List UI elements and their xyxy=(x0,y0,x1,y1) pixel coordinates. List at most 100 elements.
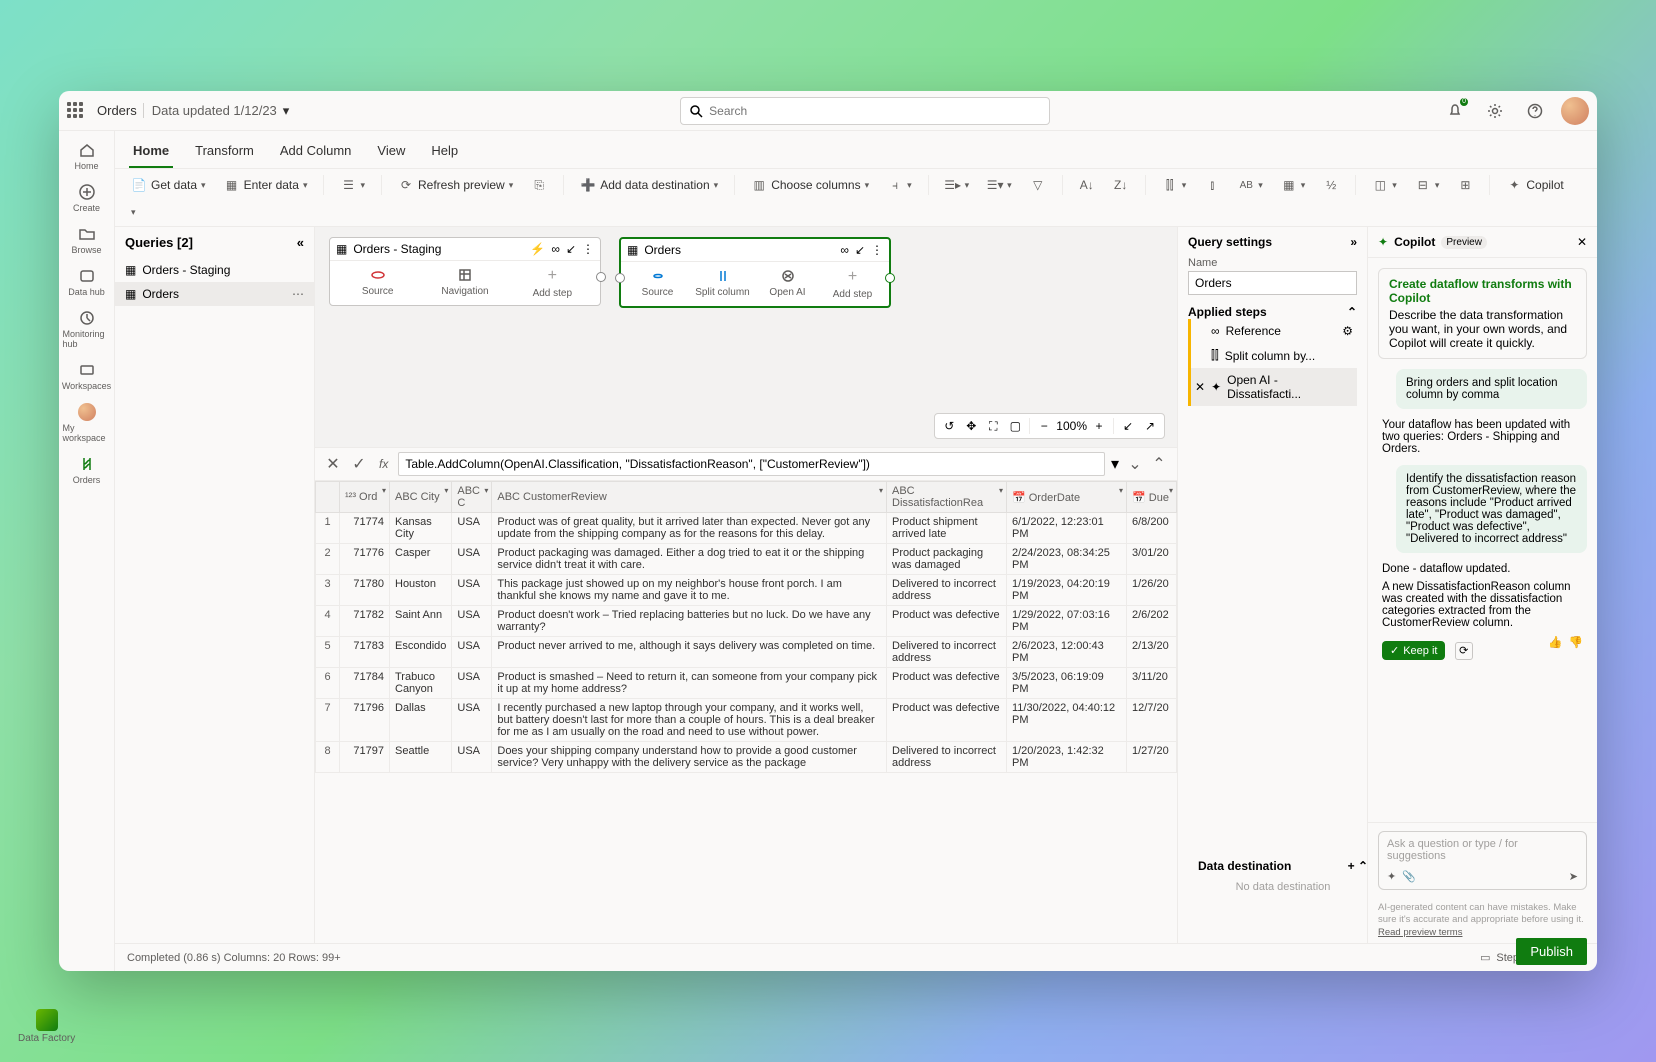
fx-dropdown[interactable]: ▾ xyxy=(1111,454,1119,474)
step-source2[interactable]: Source xyxy=(625,268,690,300)
table-row[interactable]: 171774Kansas CityUSAProduct was of great… xyxy=(316,513,1177,544)
fx-commit[interactable]: ✓ xyxy=(349,454,369,474)
step-openai[interactable]: Open AI xyxy=(755,268,820,300)
rail-orders[interactable]: Orders xyxy=(63,451,111,489)
notifications-icon[interactable]: 0 xyxy=(1441,97,1469,125)
btn-first-row-headers[interactable]: ▦▾ xyxy=(1275,173,1312,197)
close-copilot-icon[interactable]: ✕ xyxy=(1577,235,1587,249)
rail-browse[interactable]: Browse xyxy=(63,221,111,259)
rail-workspaces[interactable]: Workspaces xyxy=(63,357,111,395)
step-split[interactable]: Split column xyxy=(690,268,755,300)
send-icon[interactable]: ➤ xyxy=(1569,870,1578,883)
btn-add-destination[interactable]: ➕Add data destination▾ xyxy=(574,173,724,197)
btn-merge[interactable]: ◫▾ xyxy=(1366,173,1403,197)
table-row[interactable]: 571783EscondidoUSAProduct never arrived … xyxy=(316,637,1177,668)
applied-step[interactable]: ∞ Reference⚙ xyxy=(1188,319,1357,343)
btn-combine[interactable]: ⊞ xyxy=(1451,173,1479,197)
zoom-out[interactable]: − xyxy=(1034,416,1054,436)
btn-sort-desc[interactable]: Z↓ xyxy=(1107,173,1135,197)
link-icon[interactable]: ∞ xyxy=(840,243,849,257)
link-icon[interactable]: ∞ xyxy=(551,242,560,256)
column-header[interactable]: ABC DissatisfactionRea▾ xyxy=(887,482,1007,513)
btn-copilot-ribbon[interactable]: ✦Copilot xyxy=(1500,173,1569,197)
rail-create[interactable]: Create xyxy=(63,179,111,217)
btn-group-by[interactable]: ⫾ xyxy=(1198,173,1226,197)
more-icon[interactable]: ⋮ xyxy=(871,243,883,257)
column-header[interactable]: 📅 Due▾ xyxy=(1127,482,1177,513)
btn-replace-values[interactable]: ½ xyxy=(1317,173,1345,197)
data-grid[interactable]: ¹²³ Ord▾ABC City▾ABC C▾ABC CustomerRevie… xyxy=(315,481,1177,773)
btn-remove-columns[interactable]: ⫞▾ xyxy=(881,173,918,197)
delete-step-icon[interactable]: ✕ xyxy=(1195,380,1205,394)
column-header[interactable]: ABC City▾ xyxy=(390,482,452,513)
breadcrumb-title[interactable]: Orders xyxy=(97,103,137,118)
column-header[interactable]: 📅 OrderDate▾ xyxy=(1007,482,1127,513)
dest-collapse-icon[interactable]: ⌃ xyxy=(1358,859,1368,873)
attach-icon[interactable]: 📎 xyxy=(1402,871,1416,883)
steps-collapse-icon[interactable]: ⌃ xyxy=(1347,305,1357,319)
keep-it-button[interactable]: ✓ Keep it xyxy=(1382,641,1445,660)
thumbs-down-icon[interactable]: 👎 xyxy=(1569,635,1583,649)
tab-addcolumn[interactable]: Add Column xyxy=(276,137,356,168)
settings-gear-icon[interactable] xyxy=(1481,97,1509,125)
expand-diagram[interactable]: ↗ xyxy=(1140,416,1160,436)
applied-step[interactable]: ⫿⫿ Split column by... xyxy=(1188,343,1357,368)
table-row[interactable]: 471782Saint AnnUSAProduct doesn't work –… xyxy=(316,606,1177,637)
rail-monitoring[interactable]: Monitoring hub xyxy=(63,305,111,353)
table-row[interactable]: 371780HoustonUSAThis package just showed… xyxy=(316,575,1177,606)
collapse-icon[interactable]: « xyxy=(297,235,304,250)
btn-split-column[interactable]: ⫿⫿▾ xyxy=(1156,173,1193,197)
btn-remove-rows[interactable]: ☰▾▾ xyxy=(981,173,1018,197)
fit-icon[interactable]: ⛶ xyxy=(983,416,1003,436)
btn-keep-rows[interactable]: ☰▸▾ xyxy=(939,173,976,197)
btn-manage[interactable]: ⎘ xyxy=(525,173,553,197)
formula-input[interactable] xyxy=(398,452,1105,476)
fx-cancel[interactable]: ✕ xyxy=(323,454,343,474)
tab-transform[interactable]: Transform xyxy=(191,137,258,168)
zoom-in[interactable]: + xyxy=(1089,416,1109,436)
app-launcher-icon[interactable] xyxy=(67,102,85,120)
column-header[interactable]: ABC CustomerReview▾ xyxy=(492,482,887,513)
thumbs-up-icon[interactable]: 👍 xyxy=(1548,635,1562,649)
contract-icon[interactable]: ↙ xyxy=(855,243,865,257)
query-card-staging[interactable]: ▦Orders - Staging ⚡∞↙⋮ Source Navigation… xyxy=(329,237,601,306)
query-card-orders[interactable]: ▦Orders ∞↙⋮ Source Split column Open AI … xyxy=(619,237,891,308)
search-input[interactable] xyxy=(709,104,1041,118)
column-header[interactable]: ¹²³ Ord▾ xyxy=(340,482,390,513)
collapse-diagram[interactable]: ↙ xyxy=(1118,416,1138,436)
tab-home[interactable]: Home xyxy=(129,137,173,168)
publish-button[interactable]: Publish xyxy=(1516,938,1587,965)
btn-get-data[interactable]: 📄Get data▾ xyxy=(125,173,212,197)
btn-refresh[interactable]: ⟳Refresh preview▾ xyxy=(392,173,519,197)
rail-home[interactable]: Home xyxy=(63,137,111,175)
step-add2[interactable]: +Add step xyxy=(820,268,885,300)
sparkle-icon[interactable]: ✦ xyxy=(1387,871,1396,883)
table-row[interactable]: 671784Trabuco CanyonUSAProduct is smashe… xyxy=(316,668,1177,699)
collapse-settings-icon[interactable]: » xyxy=(1350,235,1357,249)
query-item[interactable]: ▦Orders⋯ xyxy=(115,282,314,306)
column-header[interactable] xyxy=(316,482,340,513)
copilot-input[interactable]: Ask a question or type / for suggestions… xyxy=(1378,831,1587,890)
step-up-icon[interactable]: ⌃ xyxy=(1149,454,1169,474)
query-name-input[interactable] xyxy=(1188,271,1357,295)
tab-help[interactable]: Help xyxy=(427,137,462,168)
chevron-down-icon[interactable]: ▾ xyxy=(283,103,290,119)
table-row[interactable]: 871797SeattleUSADoes your shipping compa… xyxy=(316,742,1177,773)
user-avatar[interactable] xyxy=(1561,97,1589,125)
btn-choose-columns[interactable]: ▥Choose columns▾ xyxy=(745,173,875,197)
column-header[interactable]: ABC C▾ xyxy=(452,482,492,513)
contract-icon[interactable]: ↙ xyxy=(566,242,576,256)
step-add[interactable]: +Add step xyxy=(509,267,596,299)
btn-filter[interactable]: ▽ xyxy=(1024,173,1052,197)
search-box[interactable] xyxy=(680,97,1050,125)
query-item[interactable]: ▦Orders - Staging xyxy=(115,258,314,282)
applied-step[interactable]: ✕ ✦ Open AI - Dissatisfacti... xyxy=(1188,368,1357,406)
btn-datatype[interactable]: AB▾ xyxy=(1232,173,1269,197)
help-icon[interactable] xyxy=(1521,97,1549,125)
btn-enter-data[interactable]: ▦Enter data▾ xyxy=(218,173,314,197)
step-navigation[interactable]: Navigation xyxy=(421,267,508,299)
minimap-icon[interactable]: ▢ xyxy=(1005,416,1025,436)
tab-view[interactable]: View xyxy=(373,137,409,168)
step-down-icon[interactable]: ⌄ xyxy=(1125,454,1145,474)
step-source[interactable]: Source xyxy=(334,267,421,299)
